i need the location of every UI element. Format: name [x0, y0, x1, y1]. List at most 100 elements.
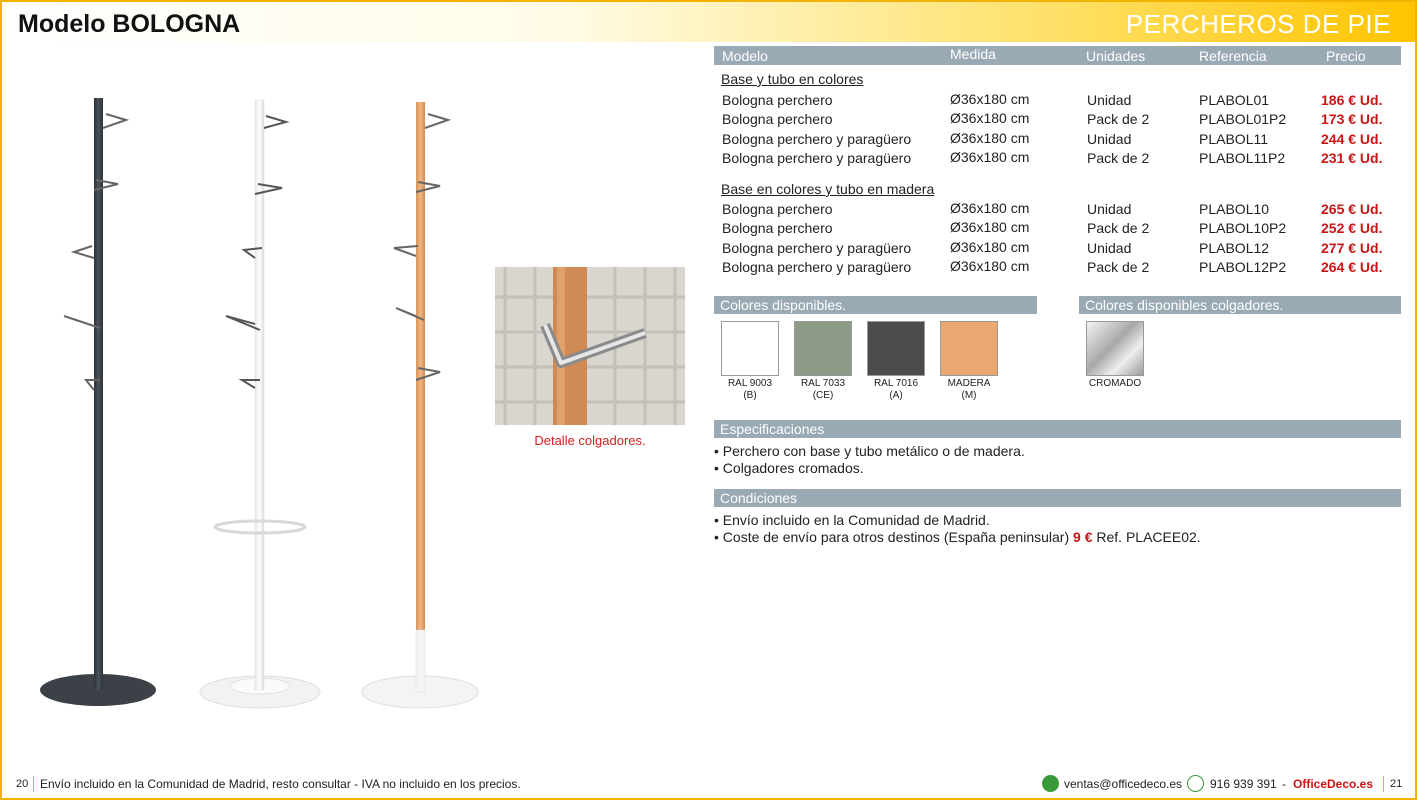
swatch-ral-9003[interactable] — [721, 321, 779, 376]
cell-unidades: Pack de 2 — [1087, 259, 1150, 275]
footer-phone[interactable]: 916 939 391 — [1210, 777, 1277, 791]
email-icon — [1042, 775, 1059, 792]
cell-unidades: Pack de 2 — [1087, 220, 1150, 236]
table-header: Modelo Medida Unidades Referencia Precio — [714, 46, 1401, 65]
footer-dash: - — [1282, 777, 1286, 791]
cell-modelo: Bologna perchero y paragüero — [722, 150, 912, 166]
swatch-madera[interactable] — [940, 321, 998, 376]
cell-medida: Ø36x180 cm — [950, 91, 1030, 107]
cell-unidades: Unidad — [1087, 92, 1132, 108]
shipping-price: 9 € — [1073, 529, 1093, 545]
frame-left — [0, 40, 2, 800]
group-title: Base en colores y tubo en madera — [721, 181, 935, 197]
cell-unidades: Unidad — [1087, 240, 1132, 256]
cell-medida: Ø36x180 cm — [950, 239, 1030, 255]
table-row: Bologna perchero Ø36x180 cm Pack de 2 PL… — [714, 110, 1401, 130]
col-medida: Medida — [950, 46, 996, 62]
cell-referencia: PLABOL12 — [1199, 240, 1270, 256]
page-number-left: 20 — [16, 778, 29, 790]
cell-medida: Ø36x180 cm — [950, 219, 1030, 235]
table-row: Bologna perchero y paragüero Ø36x180 cm … — [714, 239, 1401, 259]
swatch-label: MADERA (M) — [934, 378, 1004, 402]
cell-precio: 252 € Ud. — [1321, 220, 1383, 236]
cell-modelo: Bologna perchero — [722, 220, 833, 236]
cell-referencia: PLABOL11P2 — [1199, 150, 1286, 166]
table-row: Bologna perchero y paragüero Ø36x180 cm … — [714, 149, 1401, 169]
swatch-name: RAL 7016 — [873, 378, 919, 389]
page-footer: 20 Envío incluido en la Comunidad de Mad… — [0, 772, 1417, 798]
cell-precio: 173 € Ud. — [1321, 111, 1383, 127]
swatch-code: (A) — [889, 390, 903, 401]
swatch-name: MADERA — [947, 378, 991, 389]
page-header: Modelo BOLOGNA PERCHEROS DE PIE — [0, 0, 1417, 42]
footer-separator — [1383, 776, 1384, 792]
footer-note: Envío incluido en la Comunidad de Madrid… — [40, 777, 521, 791]
conditions-bar: Condiciones — [714, 489, 1401, 507]
cell-modelo: Bologna perchero y paragüero — [722, 259, 912, 275]
cell-modelo: Bologna perchero — [722, 201, 833, 217]
cell-referencia: PLABOL10 — [1199, 201, 1270, 217]
cell-unidades: Pack de 2 — [1087, 150, 1150, 166]
hanger-detail-photo — [495, 267, 685, 425]
table-row: Bologna perchero y paragüero Ø36x180 cm … — [714, 130, 1401, 150]
phone-icon — [1187, 775, 1204, 792]
cell-unidades: Pack de 2 — [1087, 111, 1150, 127]
swatch-name: CROMADO — [1088, 378, 1142, 389]
shipping-ref: Ref. PLACEE02. — [1096, 529, 1201, 545]
cell-medida: Ø36x180 cm — [950, 149, 1030, 165]
cell-precio: 265 € Ud. — [1321, 201, 1383, 217]
cell-medida: Ø36x180 cm — [950, 200, 1030, 216]
swatch-label: RAL 7016 (A) — [861, 378, 931, 402]
cell-unidades: Unidad — [1087, 201, 1132, 217]
cell-precio: 244 € Ud. — [1321, 131, 1383, 147]
cell-medida: Ø36x180 cm — [950, 110, 1030, 126]
col-modelo: Modelo — [722, 48, 768, 64]
cell-modelo: Bologna perchero y paragüero — [722, 131, 912, 147]
cell-precio: 264 € Ud. — [1321, 259, 1383, 275]
spec-text: Colgadores cromados. — [722, 460, 864, 476]
condition-item: • Coste de envío para otros destinos (Es… — [714, 529, 1201, 545]
swatch-code: (B) — [743, 390, 757, 401]
cell-referencia: PLABOL01P2 — [1199, 111, 1287, 127]
swatch-label: RAL 9003 (B) — [715, 378, 785, 402]
product-illustrations — [20, 80, 500, 720]
cell-modelo: Bologna perchero — [722, 111, 833, 127]
swatch-ral-7016[interactable] — [867, 321, 925, 376]
cell-referencia: PLABOL12P2 — [1199, 259, 1287, 275]
condition-item: • Envío incluido en la Comunidad de Madr… — [714, 512, 990, 528]
cell-precio: 277 € Ud. — [1321, 240, 1383, 256]
swatch-label: RAL 7033 (CE) — [788, 378, 858, 402]
cell-medida: Ø36x180 cm — [950, 130, 1030, 146]
cell-referencia: PLABOL10P2 — [1199, 220, 1287, 236]
col-precio: Precio — [1326, 48, 1366, 64]
cell-modelo: Bologna perchero y paragüero — [722, 240, 912, 256]
col-unidades: Unidades — [1086, 48, 1146, 64]
page-number-right: 21 — [1390, 778, 1403, 790]
cell-precio: 231 € Ud. — [1321, 150, 1383, 166]
section-title: PERCHEROS DE PIE — [1125, 9, 1391, 39]
footer-email[interactable]: ventas@officedeco.es — [1064, 777, 1182, 791]
table-row: Bologna perchero Ø36x180 cm Pack de 2 PL… — [714, 219, 1401, 239]
group-title: Base y tubo en colores — [721, 71, 864, 87]
cell-precio: 186 € Ud. — [1321, 92, 1383, 108]
model-title: Modelo BOLOGNA — [18, 10, 241, 38]
swatch-name: RAL 7033 — [800, 378, 846, 389]
footer-brand[interactable]: OfficeDeco.es — [1293, 777, 1373, 791]
col-referencia: Referencia — [1199, 48, 1267, 64]
swatch-label: CROMADO — [1080, 378, 1150, 390]
condition-text: Coste de envío para otros destinos (Espa… — [722, 529, 1070, 545]
swatch-cromado[interactable] — [1086, 321, 1144, 376]
colors-bar: Colores disponibles. — [714, 296, 1037, 314]
hanger-detail-image — [495, 267, 685, 425]
cell-referencia: PLABOL01 — [1199, 92, 1270, 108]
condition-text: Envío incluido en la Comunidad de Madrid… — [722, 512, 990, 528]
table-row: Bologna perchero y paragüero Ø36x180 cm … — [714, 258, 1401, 278]
cell-referencia: PLABOL11 — [1199, 131, 1269, 147]
swatch-name: RAL 9003 — [727, 378, 773, 389]
spec-item: • Colgadores cromados. — [714, 460, 864, 476]
hanger-colors-bar: Colores disponibles colgadores. — [1079, 296, 1401, 314]
swatch-ral-7033[interactable] — [794, 321, 852, 376]
table-row: Bologna perchero Ø36x180 cm Unidad PLABO… — [714, 200, 1401, 220]
swatch-code: (M) — [961, 390, 977, 401]
footer-separator — [33, 776, 34, 792]
